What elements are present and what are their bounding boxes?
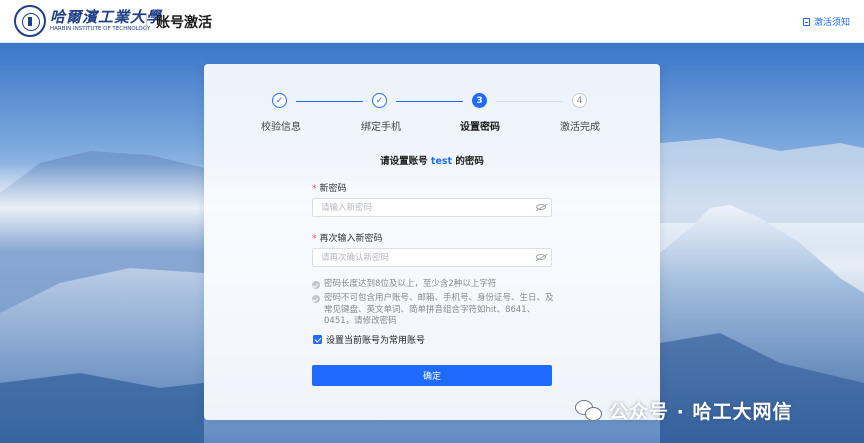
confirm-password-label: * 再次输入新密码 [312,231,383,244]
confirm-button[interactable]: 确定 [312,365,552,386]
step-connector-2 [396,101,463,102]
step-4-label: 激活完成 [560,122,600,133]
wechat-icon [575,399,603,422]
password-rule-length: 密码长度达到8位及以上，至少含2种以上字符 [312,279,556,291]
step-1-label: 校验信息 [261,122,301,133]
step-1-check-icon: ✓ [272,93,287,108]
confirm-password-input[interactable] [312,248,552,267]
step-3-label: 设置密码 [460,122,500,133]
password-rule-content: 密码不可包含用户账号、邮箱、手机号、身份证号、生日、及常见键盘、英文单词、简单拼… [312,293,556,328]
university-name-en: HARBIN INSTITUTE OF TECHNOLOGY [50,26,151,32]
common-account-option[interactable]: 设置当前账号为常用账号 [313,333,425,346]
required-mark: * [312,234,317,244]
top-header: 哈爾濱工業大學 HARBIN INSTITUTE OF TECHNOLOGY 账… [0,0,864,43]
university-seal-icon [14,5,46,37]
step-2-label: 绑定手机 [361,122,401,133]
hide-password-eye-icon[interactable] [536,204,546,210]
new-password-label: * 新密码 [312,181,347,194]
password-rule-text: 密码不可包含用户账号、邮箱、手机号、身份证号、生日、及常见键盘、英文单词、简单拼… [324,293,554,326]
hide-confirm-password-eye-icon[interactable] [536,254,546,260]
step-connector-1 [296,101,363,102]
activation-notice-label: 激活须知 [814,18,851,28]
account-username: test [430,156,453,167]
watermark-text: 公众号 · 哈工大网信 [609,401,793,423]
common-account-checkbox[interactable] [313,335,322,344]
check-circle-icon [312,295,320,303]
document-icon [803,17,810,26]
new-password-label-text: 新密码 [319,184,347,194]
confirm-password-label-text: 再次输入新密码 [319,234,383,244]
step-connector-3 [496,101,563,102]
step-3-indicator: 3 [472,93,487,108]
prompt-prefix: 请设置账号 [380,156,428,167]
step-2-check-icon: ✓ [372,93,387,108]
activation-notice-link[interactable]: 激活须知 [803,15,850,28]
page-title: 账号激活 [156,15,212,31]
wechat-watermark: 公众号 · 哈工大网信 [575,397,792,424]
step-4-indicator: 4 [572,93,587,108]
prompt-suffix: 的密码 [455,156,484,167]
password-rule-text: 密码长度达到8位及以上，至少含2种以上字符 [324,279,497,289]
required-mark: * [312,184,317,194]
common-account-label: 设置当前账号为常用账号 [326,336,426,346]
form-prompt: 请设置账号 test 的密码 [204,153,660,167]
header-divider [146,13,147,31]
new-password-input[interactable] [312,198,552,217]
check-circle-icon [312,281,320,289]
